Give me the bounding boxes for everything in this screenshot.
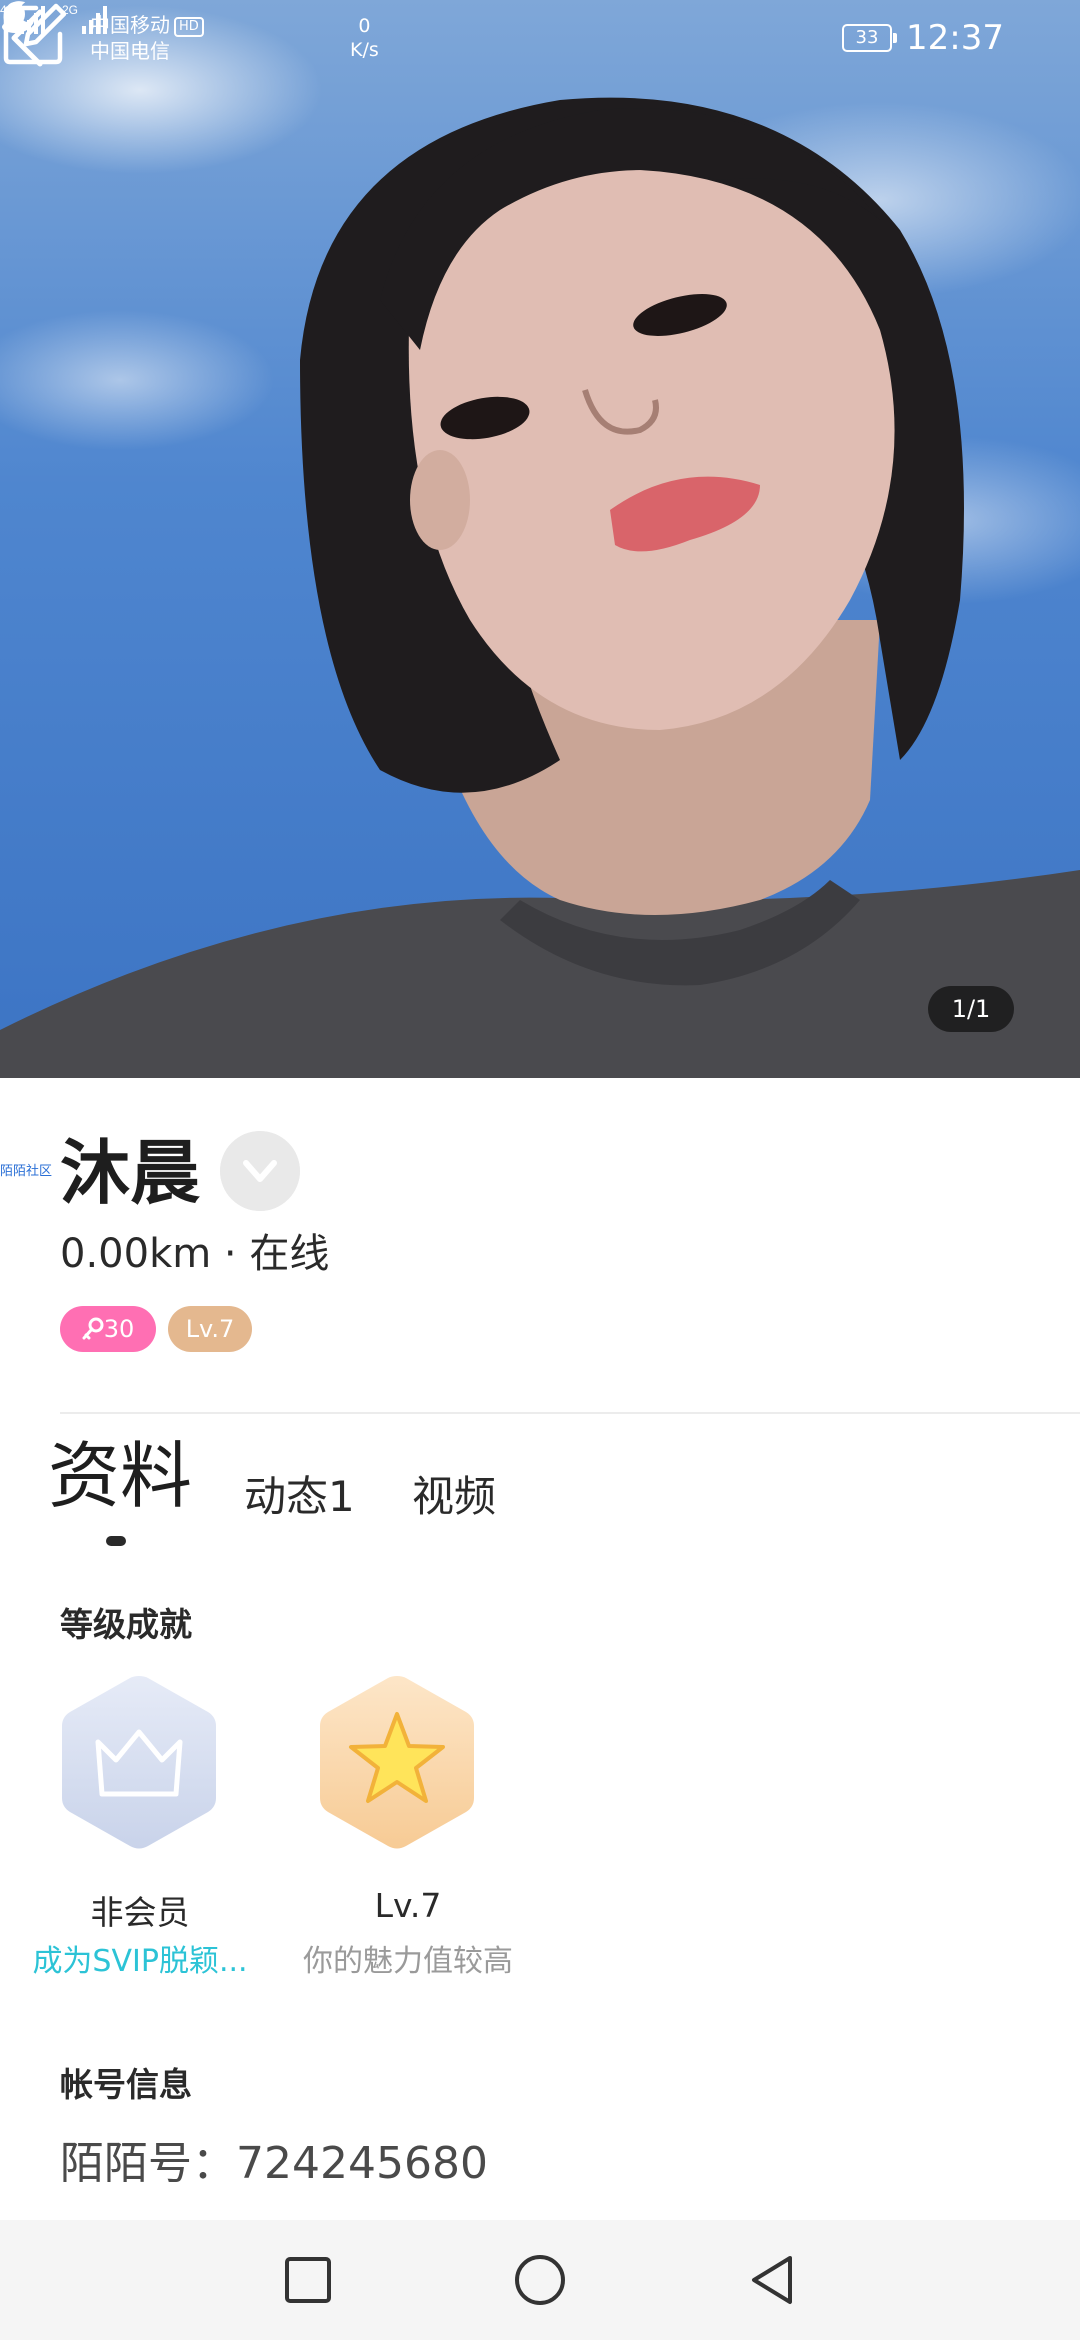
fans-badge-count: 30 bbox=[103, 1315, 135, 1343]
hd-badge: HD bbox=[174, 17, 204, 37]
fans-badge[interactable]: 30 bbox=[60, 1306, 156, 1352]
star-icon[interactable] bbox=[316, 1672, 478, 1852]
crown-icon[interactable] bbox=[58, 1672, 220, 1852]
profile-photo[interactable]: 中国移动HD 中国电信 4G 2G 0 K/s 33 12:37 1/ bbox=[0, 0, 1080, 1078]
divider bbox=[60, 1412, 1080, 1414]
account-title: 帐号信息 bbox=[60, 2065, 192, 2104]
tab-profile[interactable]: 资料 bbox=[48, 1440, 192, 1512]
achievement-title-level: Lv.7 bbox=[374, 1886, 442, 1925]
tab-video[interactable]: 视频 bbox=[412, 1476, 496, 1518]
net-speed-value: 0 bbox=[358, 15, 371, 37]
clock: 12:37 bbox=[906, 18, 1004, 58]
level-badge[interactable]: Lv.7 bbox=[168, 1306, 252, 1352]
achievements-title: 等级成就 bbox=[60, 1605, 192, 1644]
battery-icon: 33 bbox=[842, 24, 897, 52]
verify-chevron-icon[interactable] bbox=[220, 1131, 300, 1211]
account-id: 陌陌号：724245680 bbox=[60, 2138, 488, 2189]
navigation-bar bbox=[0, 2220, 1080, 2340]
photo-counter: 1/1 bbox=[928, 986, 1014, 1032]
portrait-illustration bbox=[0, 97, 1080, 1078]
distance-status: 0.00km · 在线 bbox=[60, 1231, 330, 1277]
edit-icon[interactable] bbox=[0, 0, 70, 70]
tab-feed[interactable]: 动态1 bbox=[244, 1476, 355, 1518]
key-icon bbox=[82, 1317, 104, 1340]
net-speed-unit: K/s bbox=[350, 39, 379, 61]
back-nav-icon[interactable] bbox=[742, 2250, 802, 2310]
tab-indicator bbox=[106, 1536, 126, 1546]
home-icon[interactable] bbox=[510, 2250, 570, 2310]
achievement-desc-level: 你的魅力值较高 bbox=[303, 1944, 513, 1979]
carrier-2: 中国电信 bbox=[90, 39, 170, 63]
status-bar: 中国移动HD 中国电信 4G 2G 0 K/s 33 12:37 bbox=[0, 0, 1080, 80]
recent-apps-icon[interactable] bbox=[278, 2250, 338, 2310]
watermark: 陌陌社区 bbox=[0, 1164, 53, 1179]
profile-name: 沐晨 bbox=[60, 1132, 200, 1214]
net-speed: 0 K/s bbox=[350, 14, 379, 62]
